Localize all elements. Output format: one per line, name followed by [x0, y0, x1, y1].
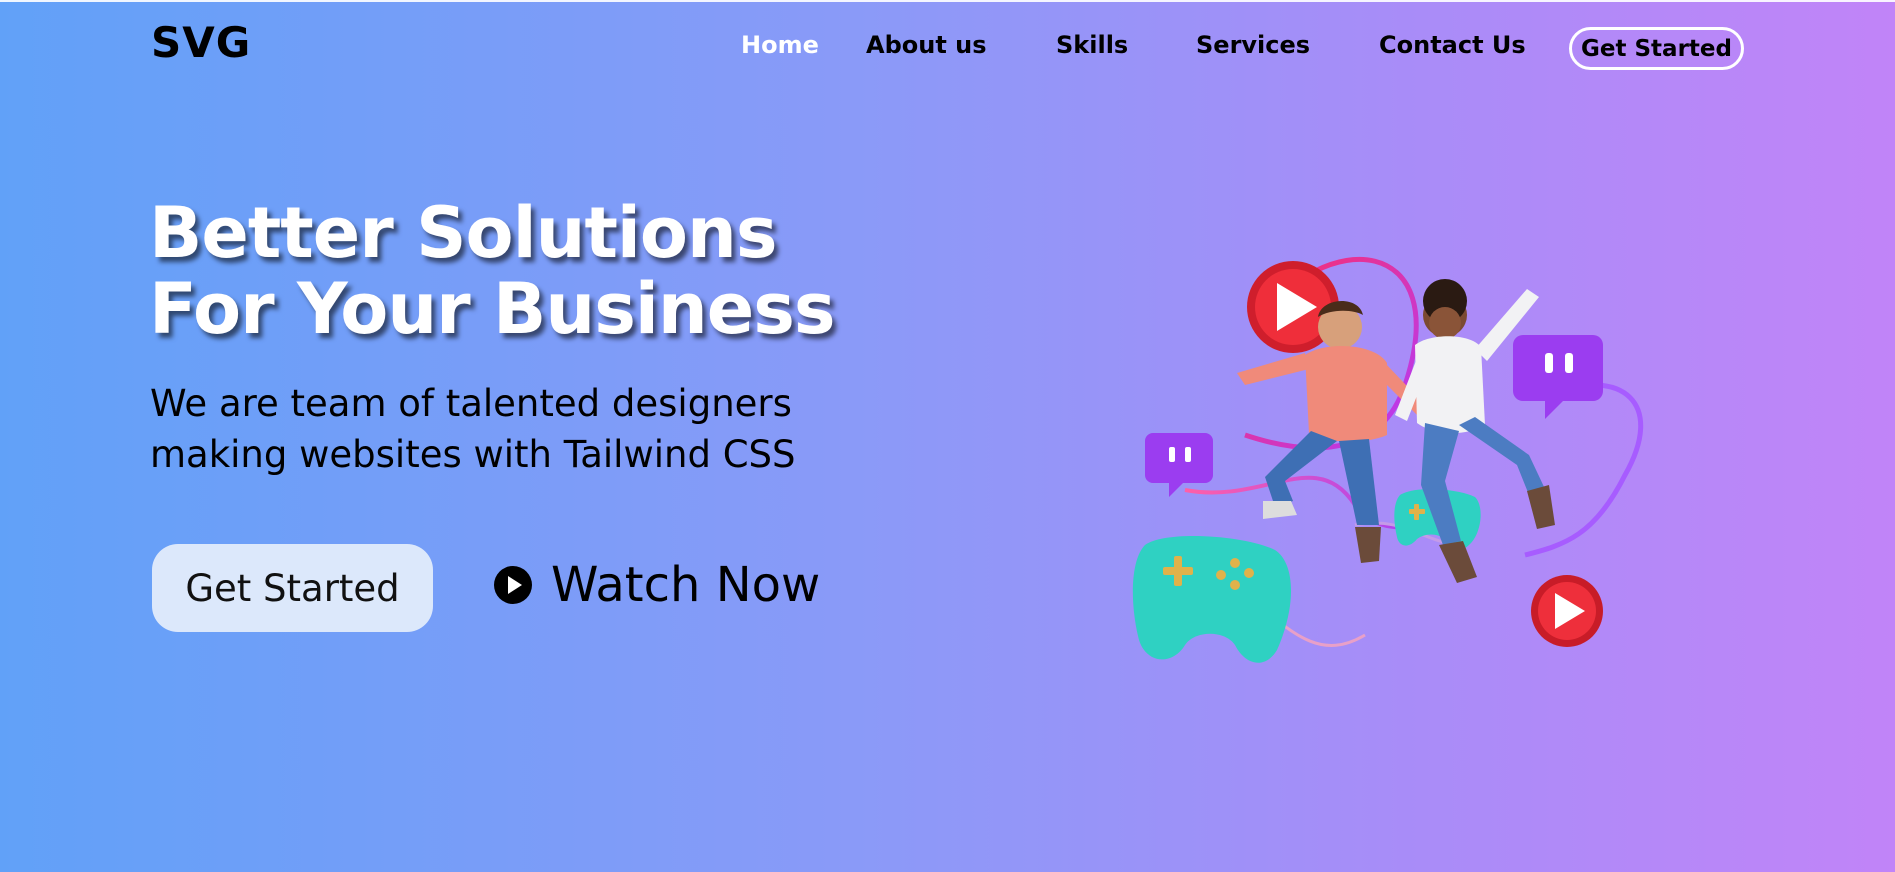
hero-subtitle-line-2: making websites with Tailwind CSS — [150, 433, 796, 476]
nav-contact-us[interactable]: Contact Us — [1379, 30, 1526, 60]
twitch-icon — [1145, 433, 1213, 497]
hero-get-started-button[interactable]: Get Started — [152, 544, 433, 632]
gamepad-icon — [1132, 535, 1292, 663]
nav-skills[interactable]: Skills — [1056, 30, 1128, 60]
header-get-started-button[interactable]: Get Started — [1569, 27, 1744, 70]
watch-now-label: Watch Now — [551, 557, 821, 613]
twitch-icon — [1513, 335, 1603, 419]
hero-subtitle-line-1: We are team of talented designers — [150, 382, 792, 425]
hero-subtitle: We are team of talented designers making… — [150, 378, 796, 480]
nav-about-us[interactable]: About us — [866, 30, 987, 60]
play-circle-icon — [494, 566, 532, 604]
top-edge-line — [0, 0, 1895, 2]
hero-title-line-2: For Your Business — [149, 268, 836, 350]
brand-logo[interactable]: SVG — [151, 20, 251, 66]
nav-services[interactable]: Services — [1196, 30, 1310, 60]
hero-title: Better Solutions For Your Business — [149, 192, 836, 350]
play-button-icon — [1531, 575, 1603, 647]
nav-home[interactable]: Home — [741, 30, 819, 60]
hero-title-line-1: Better Solutions — [149, 192, 778, 274]
hero-illustration — [1132, 256, 1644, 663]
watch-now-button[interactable]: Watch Now — [493, 556, 820, 614]
